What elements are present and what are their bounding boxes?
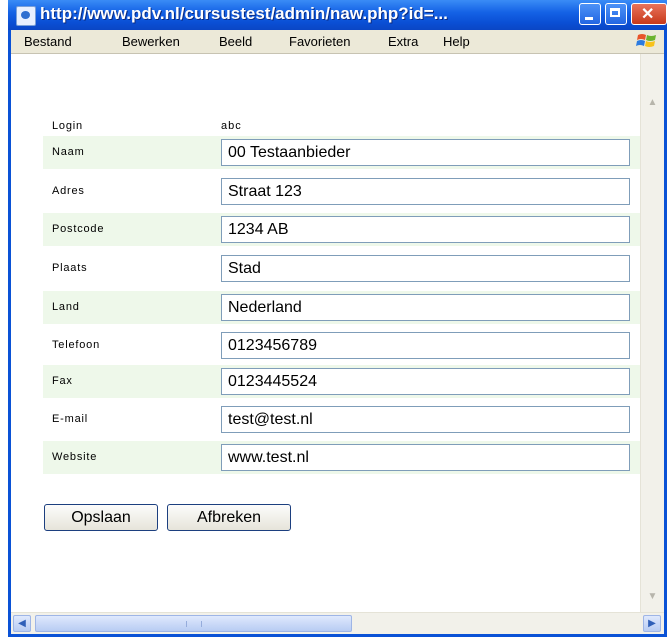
form-row-email: E-mail: [43, 403, 643, 436]
scroll-up-icon[interactable]: ▲: [644, 94, 661, 111]
fax-label: Fax: [52, 375, 73, 387]
website-label: Website: [52, 451, 98, 463]
menu-beeld[interactable]: Beeld: [219, 34, 252, 49]
minimize-button[interactable]: [579, 3, 601, 25]
form-row-land: Land: [43, 291, 643, 324]
menu-extra[interactable]: Extra: [388, 34, 418, 49]
scroll-right-icon[interactable]: ▶: [643, 615, 661, 632]
scroll-left-icon[interactable]: ◀: [13, 615, 31, 632]
cancel-button[interactable]: Afbreken: [167, 504, 291, 531]
horizontal-scrollbar[interactable]: ◀ ▶: [11, 612, 664, 634]
land-label: Land: [52, 301, 80, 313]
plaats-label: Plaats: [52, 262, 88, 274]
menu-bestand[interactable]: Bestand: [24, 34, 72, 49]
postcode-field[interactable]: [221, 216, 630, 243]
login-label: Login: [52, 120, 83, 132]
fax-field[interactable]: [221, 368, 630, 395]
ie-page-icon: [16, 6, 36, 26]
close-button[interactable]: [631, 3, 667, 25]
form-row-plaats: Plaats: [43, 252, 643, 285]
telefoon-field[interactable]: [221, 332, 630, 359]
login-value: abc: [221, 120, 242, 132]
form-row-postcode: Postcode: [43, 213, 643, 246]
menu-help[interactable]: Help: [443, 34, 470, 49]
save-button[interactable]: Opslaan: [44, 504, 158, 531]
grip-icon: [186, 621, 202, 627]
menu-bar: Bestand Bewerken Beeld Favorieten Extra …: [11, 30, 664, 54]
maximize-button[interactable]: [605, 3, 627, 25]
land-field[interactable]: [221, 294, 630, 321]
adres-label: Adres: [52, 185, 85, 197]
windows-logo-icon: [636, 34, 656, 47]
form-row-telefoon: Telefoon: [43, 329, 643, 362]
browser-window: http://www.pdv.nl/cursustest/admin/naw.p…: [8, 0, 667, 637]
form-row-website: Website: [43, 441, 643, 474]
title-bar[interactable]: http://www.pdv.nl/cursustest/admin/naw.p…: [8, 0, 667, 30]
vertical-scrollbar[interactable]: ▲ ▼: [640, 54, 664, 612]
email-field[interactable]: [221, 406, 630, 433]
email-label: E-mail: [52, 413, 88, 425]
naam-label: Naam: [52, 146, 85, 158]
scroll-down-icon[interactable]: ▼: [644, 588, 661, 605]
website-field[interactable]: [221, 444, 630, 471]
naam-field[interactable]: [221, 139, 630, 166]
adres-field[interactable]: [221, 178, 630, 205]
menu-favorieten[interactable]: Favorieten: [289, 34, 350, 49]
telefoon-label: Telefoon: [52, 339, 100, 351]
form-row-naam: Naam: [43, 136, 643, 169]
menu-bewerken[interactable]: Bewerken: [122, 34, 180, 49]
postcode-label: Postcode: [52, 223, 105, 235]
window-title: http://www.pdv.nl/cursustest/admin/naw.p…: [40, 4, 448, 23]
scroll-thumb[interactable]: [35, 615, 352, 632]
form-row-adres: Adres: [43, 175, 643, 208]
form-row-fax: Fax: [43, 365, 643, 398]
plaats-field[interactable]: [221, 255, 630, 282]
